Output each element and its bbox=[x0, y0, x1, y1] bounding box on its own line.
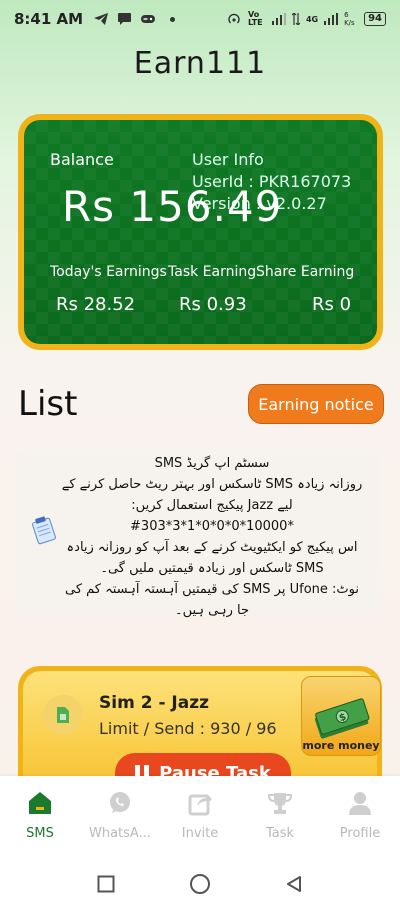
volte-label: Vo LTE bbox=[247, 10, 263, 27]
whatsapp-icon bbox=[110, 792, 130, 813]
user-info-label: User Info bbox=[192, 150, 264, 169]
earning-notice-button[interactable]: Earning notice bbox=[248, 384, 384, 424]
system-nav-bar bbox=[0, 858, 400, 910]
trophy-icon bbox=[267, 793, 293, 814]
notice-line: لیے Jazz پیکیج استعمال کریں: bbox=[131, 498, 293, 513]
list-title: List bbox=[18, 384, 78, 424]
data-arrows-icon bbox=[291, 13, 300, 25]
balance-card: Balance User Info UserId : PKR167073 Ver… bbox=[18, 114, 383, 350]
nav-item-sms[interactable]: SMS bbox=[0, 776, 80, 858]
bottom-nav: SMS WhatsA... Invite Task Profile bbox=[0, 776, 400, 858]
speed-label: 6 K/s bbox=[344, 11, 355, 27]
home-icon[interactable] bbox=[189, 873, 211, 895]
back-icon[interactable] bbox=[285, 875, 303, 893]
notification-dot-icon bbox=[170, 16, 176, 22]
share-earning-value: Rs 0 bbox=[312, 294, 352, 315]
notepad-icon bbox=[32, 516, 56, 545]
sim-icon-wrapper bbox=[43, 695, 83, 735]
share-icon bbox=[188, 794, 212, 816]
battery-icon: 94 bbox=[364, 12, 386, 26]
money-stack-icon: $ bbox=[314, 698, 370, 739]
nav-item-whatsapp[interactable]: WhatsA... bbox=[80, 776, 160, 858]
gamepad-icon bbox=[141, 15, 156, 23]
sim-card-icon bbox=[57, 707, 69, 723]
todays-earnings-value: Rs 28.52 bbox=[56, 294, 136, 315]
network-type: 4G bbox=[305, 14, 319, 24]
notice-line: اس پیکیج کو ایکٹیویٹ کرنے کے بعد آپ کو ر… bbox=[66, 540, 358, 555]
recents-icon[interactable] bbox=[97, 875, 115, 893]
nav-label-profile: Profile bbox=[339, 826, 381, 841]
nav-label-task: Task bbox=[265, 826, 295, 841]
nav-item-profile[interactable]: Profile bbox=[320, 776, 400, 858]
nav-item-invite[interactable]: Invite bbox=[160, 776, 240, 858]
notice-line: روزانہ زیادہ SMS ٹاسکس اور بہتر ریٹ حاصل… bbox=[61, 477, 363, 492]
nav-label-whatsapp: WhatsA... bbox=[89, 826, 151, 841]
notice-line: #303*3*1*0*0*0*10000* bbox=[130, 519, 294, 534]
task-earning-value: Rs 0.93 bbox=[179, 294, 247, 315]
nav-label-invite: Invite bbox=[181, 826, 219, 841]
balance-amount: Rs 156.49 bbox=[62, 182, 283, 231]
notice-line: سسٹم اپ گریڈ SMS bbox=[154, 456, 270, 471]
nav-item-task[interactable]: Task bbox=[240, 776, 320, 858]
signal-icon bbox=[271, 13, 286, 25]
task-earning-label: Task Earning bbox=[168, 264, 257, 280]
person-icon bbox=[349, 792, 371, 815]
share-earning-label: Share Earning bbox=[256, 264, 355, 280]
app-title: Earn111 bbox=[133, 46, 267, 81]
signal-icon-2 bbox=[324, 13, 339, 25]
todays-earnings-label: Today's Earnings bbox=[50, 264, 167, 280]
more-money-label: more money bbox=[302, 739, 380, 752]
notice-line: SMS ٹاسکس اور زیادہ قیمتیں ملیں گی۔ bbox=[100, 561, 324, 576]
status-time: 8:41 AM bbox=[14, 10, 84, 28]
telegram-icon bbox=[94, 13, 109, 25]
sim-name: Sim 2 - Jazz bbox=[99, 693, 210, 713]
status-bar: 8:41 AM Vo LTE 4G 6 K/s 94 bbox=[0, 0, 400, 38]
nav-label-sms: SMS bbox=[26, 826, 54, 841]
sim-limit-send: Limit / Send : 930 / 96 bbox=[99, 719, 277, 738]
chat-icon bbox=[118, 13, 132, 25]
sms-icon bbox=[29, 792, 51, 814]
notice-line: جا رہی ہیں۔ bbox=[174, 603, 250, 618]
notice-card: سسٹم اپ گریڈ SMS روزانہ زیادہ SMS ٹاسکس … bbox=[16, 449, 382, 618]
notice-line: نوٹ: Ufone پر SMS کی قیمتیں آہستہ آہستہ … bbox=[65, 582, 359, 597]
more-money-badge[interactable]: $ more money bbox=[301, 676, 381, 756]
hotspot-icon bbox=[228, 13, 240, 24]
balance-label: Balance bbox=[50, 150, 114, 169]
